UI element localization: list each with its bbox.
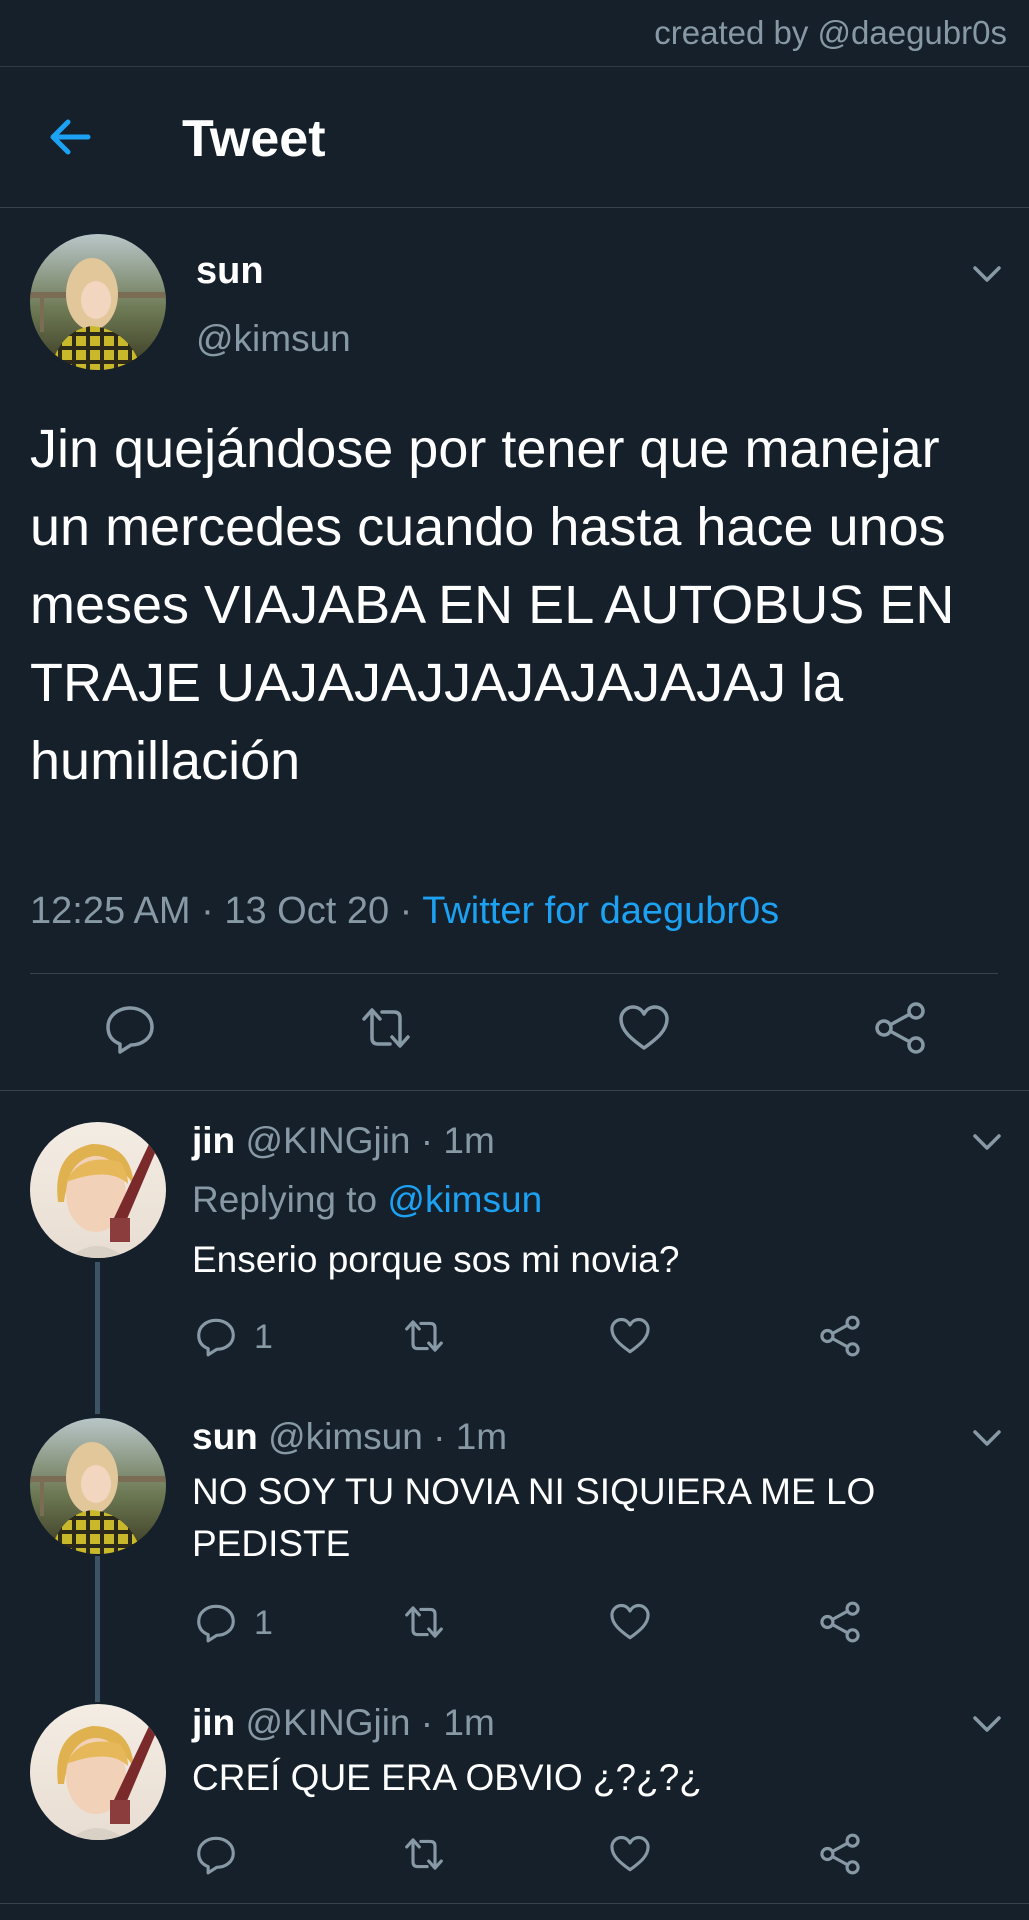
like-button[interactable] [608,1314,652,1358]
avatar-sun-image [30,234,166,370]
share-icon [820,1315,860,1357]
back-button[interactable] [44,111,96,163]
reply-button[interactable] [194,1832,238,1876]
share-button[interactable] [818,1832,862,1876]
arrow-left-icon [50,119,91,155]
share-icon [820,1601,860,1643]
meta-separator: · [190,890,225,932]
reply-time: 1m [443,1120,495,1161]
tweet-options-button[interactable] [970,1124,1004,1158]
avatar[interactable] [30,234,166,370]
reply-count: 1 [254,1604,273,1642]
header: Tweet [0,67,1029,208]
reply-button[interactable] [194,1314,238,1358]
tweet-actions [0,1000,1029,1064]
reply-icon [197,1318,235,1357]
reply-button[interactable] [194,1600,238,1644]
retweet-button[interactable] [358,1000,414,1056]
thread-connector [95,1556,100,1702]
heart-icon [610,1835,650,1872]
tweet-time: 12:25 AM [30,890,191,932]
reply-icon [106,1006,154,1054]
reply-text: NO SOY TU NOVIA NI SIQUIERA ME LO PEDIST… [192,1471,876,1564]
avatar[interactable] [30,1704,166,1840]
reply-button[interactable] [102,1000,158,1056]
reply-author-handle: @kimsun [268,1416,423,1457]
chevron-down-icon [973,1716,1001,1732]
reply-time: 1m [443,1702,495,1743]
reply-text: CREÍ QUE ERA OBVIO ¿?¿?¿ [192,1757,702,1798]
reply-icon [197,1604,235,1643]
share-button[interactable] [872,1000,928,1056]
divider [0,1090,1029,1091]
reply-author[interactable]: jin @KINGjin · 1m [192,1702,495,1744]
avatar-jin-image [30,1122,166,1258]
share-icon [875,1002,925,1054]
retweet-button[interactable] [402,1600,446,1644]
reply-author[interactable]: jin @KINGjin · 1m [192,1120,495,1162]
like-button[interactable] [608,1600,652,1644]
avatar-sun-image [30,1418,166,1554]
divider [30,973,998,974]
meta-separator: · [389,890,423,932]
avatar[interactable] [30,1418,166,1554]
tweet-options-button[interactable] [970,256,1004,290]
chevron-down-icon [973,1430,1001,1446]
meta-separator: · [410,1702,444,1743]
mention-link[interactable]: @kimsun [387,1179,542,1220]
page-title: Tweet [182,110,326,168]
avatar-jin-image [30,1704,166,1840]
heart-icon [610,1317,650,1354]
divider [0,1903,1029,1904]
author-name[interactable]: sun [196,250,264,293]
meta-separator: · [410,1120,444,1161]
tweet-meta: 12:25 AM · 13 Oct 20 · Twitter for daegu… [30,890,779,933]
reply-author-handle: @KINGjin [245,1120,411,1161]
meta-separator: · [422,1416,456,1457]
retweet-icon [405,1606,443,1638]
retweet-button[interactable] [402,1832,446,1876]
retweet-icon [405,1838,443,1870]
heart-icon [610,1603,650,1640]
reply-text: Enserio porque sos mi novia? [192,1239,680,1280]
retweet-icon [405,1320,443,1352]
heart-icon [619,1005,669,1050]
tweet-options-button[interactable] [970,1706,1004,1740]
tweet-date: 13 Oct 20 [224,890,390,932]
like-button[interactable] [608,1832,652,1876]
retweet-button[interactable] [402,1314,446,1358]
reply-author-name: jin [192,1120,236,1161]
avatar[interactable] [30,1122,166,1258]
reply-author-handle: @KINGjin [245,1702,411,1743]
author-handle[interactable]: @kimsun [196,318,351,360]
like-button[interactable] [616,1000,672,1056]
credit-bar: created by @daegubr0s [0,0,1029,67]
reply-count: 1 [254,1318,273,1356]
chevron-down-icon [973,1134,1001,1150]
tweet-source-link[interactable]: Twitter for daegubr0s [422,890,779,932]
reply-icon [197,1836,235,1875]
watermark-credit: created by @daegubr0s [654,14,1007,51]
reply-time: 1m [455,1416,508,1457]
replying-to: Replying to @kimsun [192,1179,542,1221]
reply-author-name: jin [192,1702,236,1743]
retweet-icon [362,1008,410,1048]
tweet-options-button[interactable] [970,1420,1004,1454]
tweet-text: Jin quejándose por tener que manejar un … [30,419,955,791]
share-button[interactable] [818,1600,862,1644]
share-icon [820,1833,860,1875]
reply-author-name: sun [192,1416,258,1457]
share-button[interactable] [818,1314,862,1358]
thread-connector [95,1262,100,1414]
replying-to-label: Replying to [192,1179,378,1220]
chevron-down-icon [973,266,1001,282]
reply-author[interactable]: sun @kimsun · 1m [192,1416,507,1458]
